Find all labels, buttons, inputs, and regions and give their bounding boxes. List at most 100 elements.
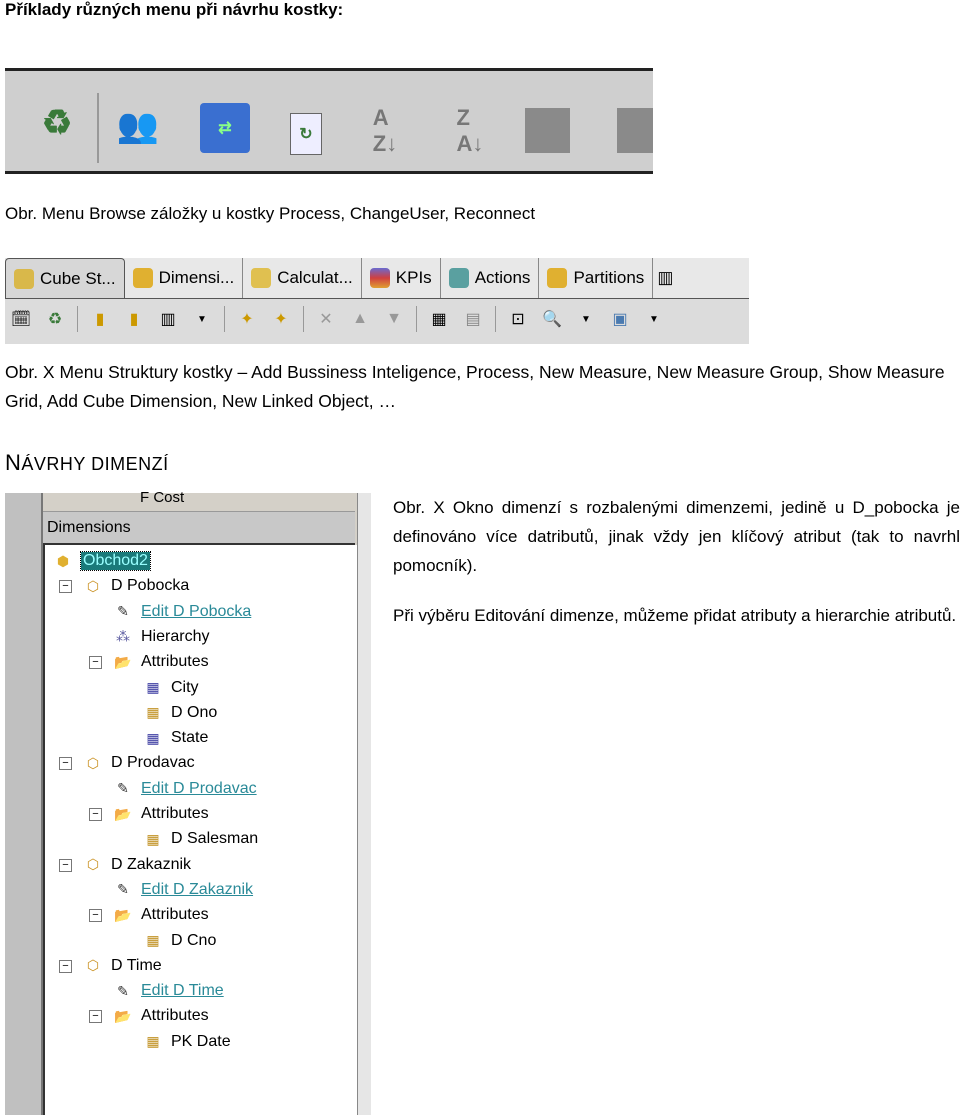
tree-item-label: D Ono — [171, 703, 218, 721]
tree-item[interactable]: ⬡ D Zakaznik — [83, 853, 191, 877]
delete-icon[interactable]: ✕ — [314, 307, 338, 331]
tab-actions[interactable]: Actions — [441, 258, 540, 298]
show-measure-grid-icon[interactable]: ▥ — [156, 307, 180, 331]
section-title: NÁVRHY DIMENZÍ — [5, 450, 169, 476]
tree-item[interactable]: ▦ D Salesman — [143, 827, 258, 851]
process-icon[interactable]: ♻ — [37, 98, 77, 148]
toolbar-top-edge — [5, 48, 653, 71]
tree-item[interactable]: ✎ Edit D Zakaznik — [113, 878, 253, 902]
tree-item-label: D Salesman — [171, 830, 259, 848]
separator — [416, 306, 417, 332]
dimensions-panel: F Cost Dimensions ⬢ Obchod2− ⬡ D Pobocka ✎ Ed… — [5, 489, 371, 1115]
tree-item-label[interactable]: Edit D Pobocka — [141, 603, 251, 621]
designer-tabs: Cube St... Dimensi... Calculat... KPIs A… — [5, 258, 749, 299]
tree-item-label[interactable]: Edit D Time — [141, 982, 224, 1000]
tree-item[interactable]: ▦ City — [143, 676, 198, 700]
tree-item[interactable]: ⬡ D Prodavac — [83, 751, 195, 775]
dropdown-arrow-icon[interactable]: ▼ — [642, 307, 666, 331]
tree-item-label: D Time — [111, 956, 162, 974]
move-down-icon[interactable]: ▼ — [382, 307, 406, 331]
tab-label: Actions — [474, 268, 531, 287]
tree-item[interactable]: ▦ D Cno — [143, 929, 216, 953]
filter-icon-2[interactable] — [617, 108, 653, 153]
key-attribute-icon: ▦ — [146, 704, 160, 721]
edit-dimension-icon: ✎ — [117, 780, 129, 797]
reconnect-icon[interactable]: ⇄ — [200, 103, 250, 153]
properties-icon[interactable]: ▤ — [461, 307, 485, 331]
edit-dimension-icon: ✎ — [117, 982, 129, 999]
tree-item-label: State — [171, 729, 209, 747]
attribute-icon: ▦ — [146, 679, 160, 695]
zoom-icon[interactable]: 🔍 — [540, 307, 564, 331]
tree-item[interactable]: ⬢ Obchod2 — [53, 549, 151, 573]
scrollbar[interactable] — [357, 493, 371, 1115]
tree-item-label: Attributes — [141, 906, 209, 924]
tree-item[interactable]: ⬡ D Pobocka — [83, 574, 189, 598]
tree-item[interactable]: ▦ D Ono — [143, 701, 217, 725]
add-business-intelligence-icon[interactable]: 🗓 — [9, 307, 33, 331]
new-linked-object-icon[interactable]: ✦ — [269, 307, 293, 331]
collapse-toggle[interactable]: − — [89, 909, 102, 923]
separator — [224, 306, 225, 332]
grid-icon[interactable]: ▦ — [427, 307, 451, 331]
tree-item[interactable]: 📂 Attributes — [113, 903, 209, 927]
tab-dimensions[interactable]: Dimensi... — [125, 258, 244, 298]
tree-item-label: Attributes — [141, 653, 209, 671]
tab-calculations[interactable]: Calculat... — [243, 258, 362, 298]
tree-item[interactable]: ▦ PK Date — [143, 1030, 231, 1054]
new-measure-group-icon[interactable]: ▮ — [122, 307, 146, 331]
collapse-toggle[interactable]: − — [89, 656, 102, 670]
edit-dimension-icon: ✎ — [117, 881, 129, 898]
separator — [495, 306, 496, 332]
tree-item[interactable]: 📂 Attributes — [113, 1004, 208, 1028]
collapse-toggle[interactable]: − — [59, 757, 72, 771]
kpi-icon — [369, 268, 390, 288]
tree-item-label[interactable]: Edit D Prodavac — [141, 780, 257, 798]
dropdown-arrow-icon[interactable]: ▼ — [574, 307, 598, 331]
tree-item[interactable]: ⁂ Hierarchy — [113, 625, 209, 649]
section-title-rest: ÁVRHY DIMENZÍ — [21, 454, 169, 474]
tree-item[interactable]: ✎ Edit D Prodavac — [113, 777, 257, 801]
tree-item[interactable]: ✎ Edit D Pobocka — [113, 600, 251, 624]
folder-icon: 📂 — [114, 906, 132, 923]
more-tabs-icon: ▥ — [657, 268, 674, 287]
tree-item[interactable]: 📂 Attributes — [113, 650, 209, 674]
tab-label: Partitions — [573, 268, 645, 287]
collapse-toggle[interactable]: − — [59, 580, 72, 594]
tree-item[interactable]: ⬡ D Time — [83, 954, 162, 978]
tree-item[interactable]: ✎ Edit D Time — [113, 979, 224, 1003]
tab-cube-structure[interactable]: Cube St... — [5, 258, 125, 298]
tab-partitions[interactable]: Partitions — [539, 258, 654, 298]
key-attribute-icon: ▦ — [146, 932, 160, 948]
move-up-icon[interactable]: ▲ — [348, 307, 372, 331]
change-user-icon[interactable]: 👥 — [113, 98, 163, 153]
key-attribute-icon: ▦ — [146, 1033, 160, 1050]
tab-kpis[interactable]: KPIs — [362, 258, 441, 298]
tree-item[interactable]: 📂 Attributes — [113, 802, 208, 826]
tree-item[interactable]: ▦ State — [143, 726, 208, 750]
arrange-tables-icon[interactable]: ▣ — [608, 307, 632, 331]
collapse-toggle[interactable]: − — [59, 959, 72, 973]
collapse-toggle[interactable]: − — [59, 858, 72, 872]
separator — [97, 93, 99, 163]
filter-icon[interactable] — [525, 108, 570, 153]
tab-more[interactable]: ▥ — [653, 258, 677, 298]
tree-item-label[interactable]: Edit D Zakaznik — [141, 881, 253, 899]
collapse-toggle[interactable]: − — [89, 1010, 102, 1024]
sort-descending-icon[interactable]: Z A↓ — [445, 103, 495, 158]
tree-item-above[interactable]: F Cost — [140, 489, 184, 506]
tree-item-label: Hierarchy — [141, 627, 210, 645]
tree-item-label: PK Date — [171, 1032, 231, 1050]
process-icon[interactable]: ♻ — [43, 307, 67, 331]
sort-ascending-icon[interactable]: A Z↓ — [360, 103, 410, 158]
dimensions-tree: ⬢ Obchod2− ⬡ D Pobocka ✎ Edit D Pobocka ⁂ Hiera… — [43, 545, 357, 1115]
tree-item-label: Obchod2 — [80, 551, 151, 571]
new-measure-icon[interactable]: ▮ — [88, 307, 112, 331]
tab-label: KPIs — [395, 268, 432, 287]
refresh-icon[interactable]: ↻ — [290, 113, 322, 155]
dropdown-arrow-icon[interactable]: ▼ — [190, 307, 214, 331]
dimension-icon: ⬡ — [86, 577, 100, 594]
collapse-toggle[interactable]: − — [89, 808, 102, 821]
zoom-to-fit-icon[interactable]: ⊡ — [506, 307, 530, 331]
add-cube-dimension-icon[interactable]: ✦ — [235, 307, 259, 331]
